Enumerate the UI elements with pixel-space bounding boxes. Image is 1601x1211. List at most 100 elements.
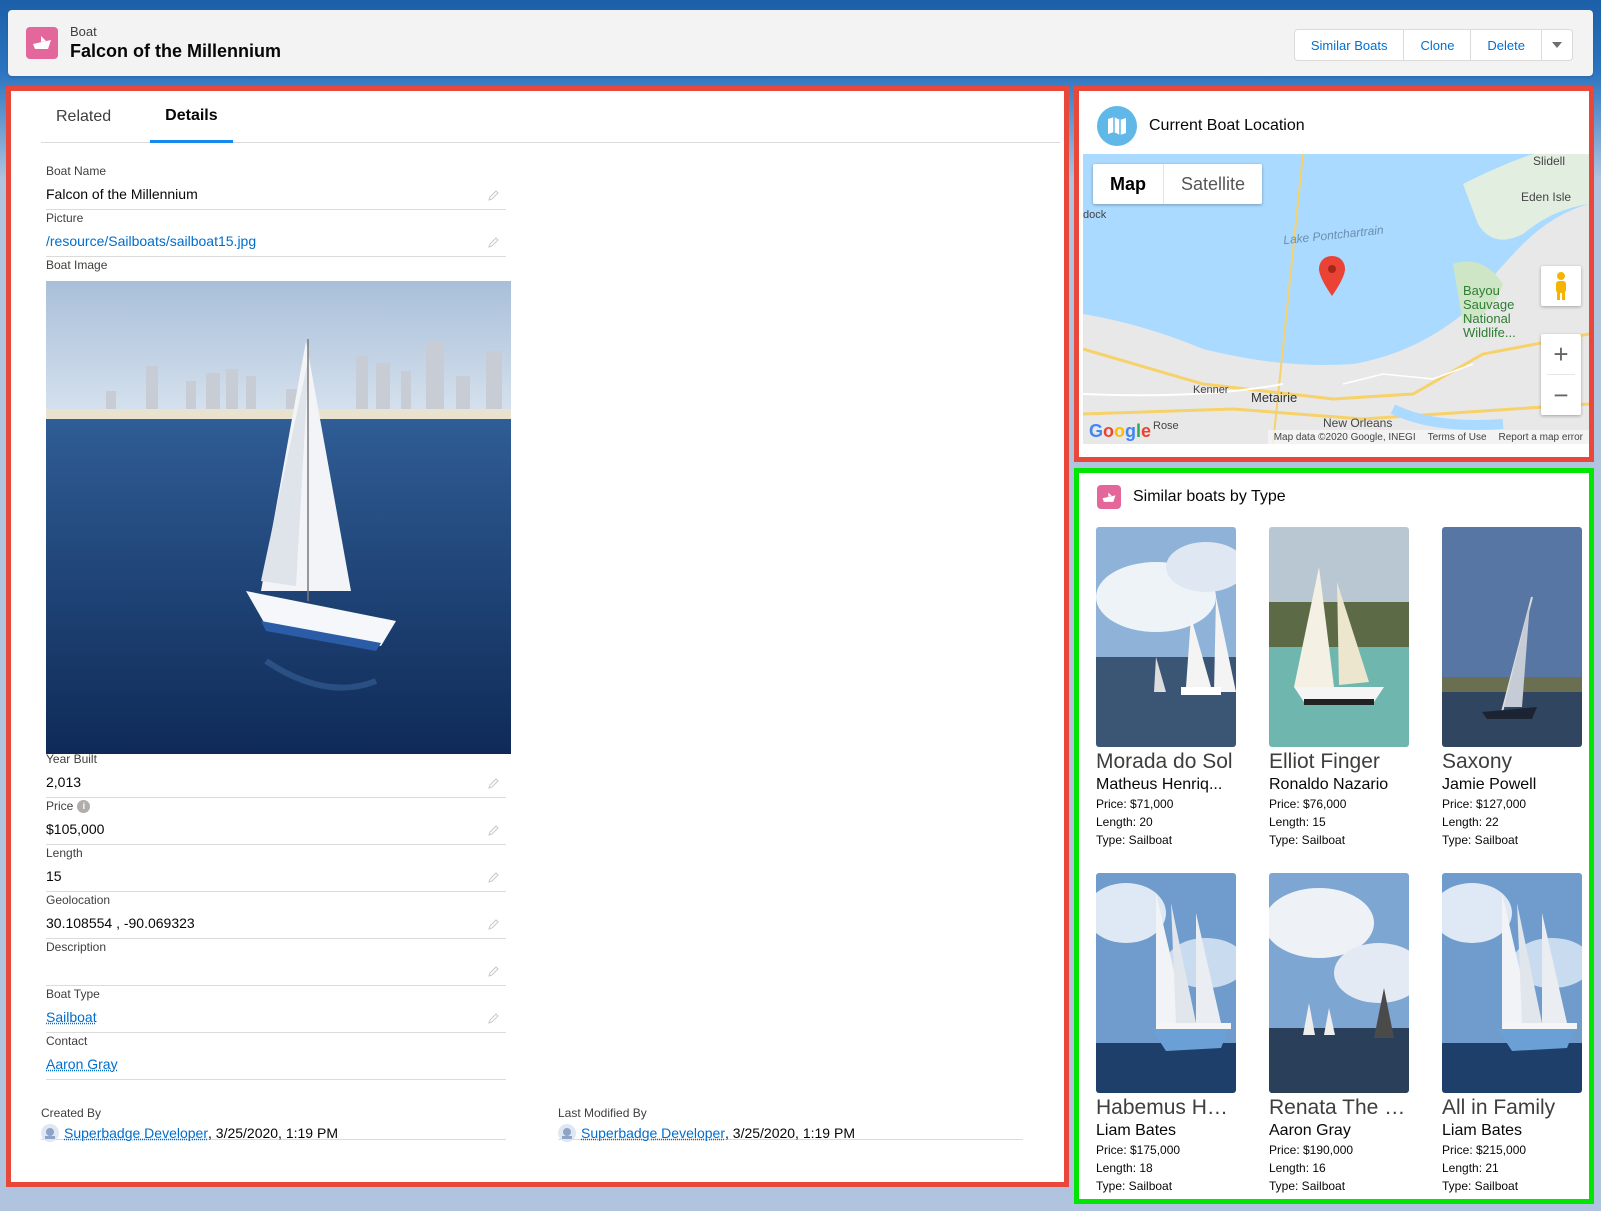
- map-icon: [1097, 106, 1137, 146]
- similar-boat-tile[interactable]: Saxony Jamie Powell Price: $127,000 Leng…: [1442, 527, 1582, 849]
- map-data-credit: Map data ©2020 Google, INEGI: [1273, 431, 1416, 443]
- pencil-icon[interactable]: [488, 1012, 500, 1024]
- boat-price: Price: $127,000: [1442, 797, 1527, 811]
- boat-name: Habemus He...: [1096, 1096, 1236, 1119]
- boat-price: Price: $71,000: [1096, 797, 1174, 811]
- pencil-icon[interactable]: [488, 777, 500, 789]
- field-last-modified-by: Last Modified By Superbadge Developer , …: [558, 1106, 1023, 1142]
- tab-bar: Related Details: [41, 91, 1060, 143]
- clone-button[interactable]: Clone: [1404, 30, 1472, 60]
- street-view-button[interactable]: [1541, 266, 1581, 306]
- boat-thumbnail: [1269, 527, 1409, 747]
- field-label: Length: [46, 846, 83, 860]
- google-logo: Google: [1089, 421, 1152, 441]
- field-label: Boat Name: [46, 164, 107, 178]
- boat-thumbnail: [1442, 873, 1582, 1093]
- boat-thumbnail: [1442, 527, 1582, 747]
- created-by-user-link[interactable]: Superbadge Developer: [64, 1124, 208, 1142]
- similar-boat-tile[interactable]: Elliot Finger Ronaldo Nazario Price: $76…: [1269, 527, 1409, 849]
- boat-name: Morada do Sol: [1096, 750, 1233, 773]
- modified-by-user-link[interactable]: Superbadge Developer: [581, 1124, 725, 1142]
- chevron-down-icon: [1552, 42, 1562, 48]
- boat-type: Type: Sailboat: [1442, 1179, 1519, 1193]
- satellite-view-button[interactable]: Satellite: [1164, 164, 1262, 204]
- boat-name: Renata The E...: [1269, 1096, 1409, 1119]
- field-geolocation: Geolocation 30.108554 , -90.069323: [46, 892, 506, 939]
- map-marker-icon[interactable]: [1319, 256, 1345, 296]
- zoom-control: + −: [1541, 334, 1581, 415]
- more-actions-button[interactable]: [1542, 30, 1572, 60]
- field-boat-type: Boat Type Sailboat: [46, 986, 506, 1033]
- boat-location-card: Current Boat Location Slidell Eden Isle …: [1074, 86, 1594, 462]
- field-label: Year Built: [46, 752, 97, 766]
- boat-price: Price: $215,000: [1442, 1143, 1527, 1157]
- info-icon[interactable]: i: [77, 799, 91, 813]
- map-label: dock: [1083, 209, 1107, 221]
- pencil-icon[interactable]: [488, 918, 500, 930]
- detail-fields: Boat Name Falcon of the Millennium Pictu…: [46, 163, 511, 1080]
- report-map-error-link[interactable]: Report a map error: [1493, 432, 1589, 443]
- map-label: Kenner: [1193, 384, 1229, 396]
- boat-thumbnail: [1096, 527, 1236, 747]
- field-picture: Picture /resource/Sailboats/sailboat15.j…: [46, 210, 506, 257]
- avatar-icon: [558, 1124, 576, 1142]
- map-label-line: Bayou: [1463, 283, 1500, 298]
- pencil-icon[interactable]: [488, 871, 500, 883]
- similar-boats-button[interactable]: Similar Boats: [1294, 30, 1405, 60]
- field-price: Price i $105,000: [46, 798, 506, 845]
- boat-type: Type: Sailboat: [1269, 1179, 1346, 1193]
- map-label-line: Sauvage: [1463, 297, 1515, 312]
- field-year-built: Year Built 2,013: [46, 751, 506, 798]
- zoom-out-button[interactable]: −: [1541, 375, 1581, 415]
- boat-owner: Jamie Powell: [1442, 776, 1537, 793]
- boat-length: Length: 15: [1269, 815, 1326, 829]
- pegman-icon: [1556, 272, 1566, 300]
- similar-boat-tile[interactable]: Renata The E... Aaron Gray Price: $190,0…: [1269, 873, 1409, 1195]
- map-label: Slidell: [1533, 154, 1566, 168]
- boat-type-link[interactable]: Sailboat: [46, 1008, 506, 1026]
- similar-boat-tile[interactable]: All in Family Liam Bates Price: $215,000…: [1442, 873, 1582, 1195]
- card-title: Similar boats by Type: [1133, 488, 1286, 505]
- map-label: Bayou Sauvage National Wildlife...: [1463, 284, 1516, 340]
- picture-url-link[interactable]: /resource/Sailboats/sailboat15.jpg: [46, 232, 506, 250]
- map-label: Metairie: [1251, 390, 1298, 405]
- map-label-line: Wildlife...: [1463, 325, 1516, 340]
- field-label: Boat Image: [46, 258, 108, 272]
- boat-owner: Ronaldo Nazario: [1269, 776, 1389, 793]
- boat-type: Type: Sailboat: [1442, 833, 1519, 847]
- boat-type: Type: Sailboat: [1269, 833, 1346, 847]
- pencil-icon[interactable]: [488, 824, 500, 836]
- contact-link[interactable]: Aaron Gray: [46, 1055, 506, 1073]
- boat-icon: [26, 27, 58, 59]
- field-value: 15: [46, 868, 62, 884]
- pencil-icon[interactable]: [488, 965, 500, 977]
- boat-icon: [1097, 485, 1121, 509]
- boat-owner: Matheus Henriq...: [1096, 776, 1223, 793]
- boat-price: Price: $190,000: [1269, 1143, 1354, 1157]
- field-value: 2,013: [46, 774, 82, 790]
- object-type-label: Boat: [70, 24, 97, 39]
- pencil-icon[interactable]: [488, 236, 500, 248]
- field-boat-image: Boat Image: [46, 257, 511, 754]
- field-value: Falcon of the Millennium: [46, 186, 198, 202]
- zoom-in-button[interactable]: +: [1541, 334, 1581, 374]
- boat-owner: Aaron Gray: [1269, 1122, 1351, 1139]
- similar-boat-tile[interactable]: Morada do Sol Matheus Henriq... Price: $…: [1096, 527, 1236, 849]
- boat-name: All in Family: [1442, 1096, 1556, 1119]
- field-contact: Contact Aaron Gray: [46, 1033, 506, 1080]
- action-button-group: Similar Boats Clone Delete: [1293, 29, 1573, 61]
- boat-price: Price: $76,000: [1269, 797, 1347, 811]
- field-label: Contact: [46, 1034, 88, 1048]
- pencil-icon[interactable]: [488, 189, 500, 201]
- tab-related[interactable]: Related: [41, 91, 126, 143]
- terms-of-use-link[interactable]: Terms of Use: [1422, 432, 1493, 443]
- similar-boat-tile[interactable]: Habemus He... Liam Bates Price: $175,000…: [1096, 873, 1236, 1195]
- map-view-button[interactable]: Map: [1093, 164, 1164, 204]
- field-label: Created By: [41, 1106, 102, 1120]
- tab-details[interactable]: Details: [150, 91, 233, 143]
- map[interactable]: Slidell Eden Isle dock Lake Pontchartrai…: [1083, 154, 1589, 444]
- boat-owner: Liam Bates: [1096, 1122, 1177, 1139]
- similar-boats-card: Similar boats by Type Morada do Sol Math…: [1074, 468, 1594, 1204]
- delete-button[interactable]: Delete: [1471, 30, 1542, 60]
- field-label: Last Modified By: [558, 1106, 647, 1120]
